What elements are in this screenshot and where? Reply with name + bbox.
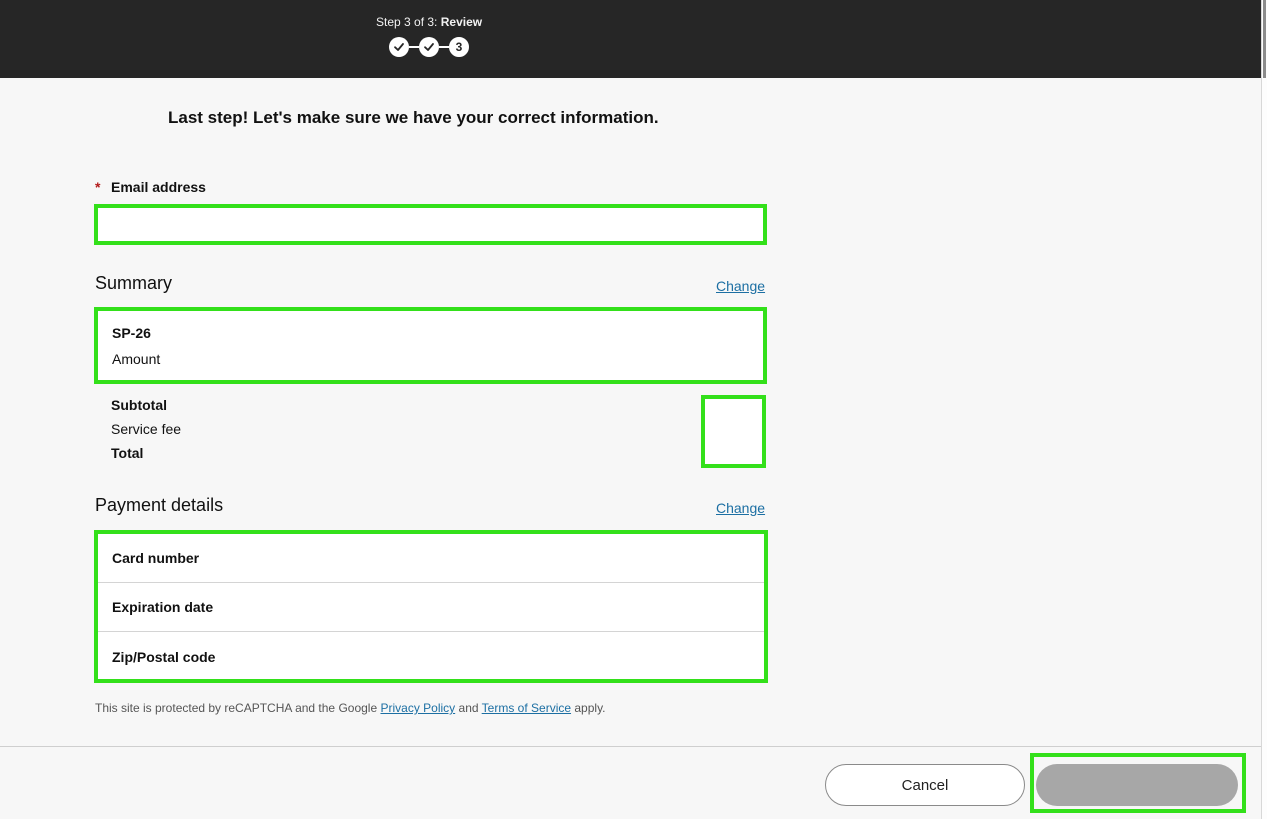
step-indicator-text: Step 3 of 3: Review xyxy=(376,15,482,29)
submit-button[interactable] xyxy=(1036,764,1238,806)
recaptcha-and: and xyxy=(458,701,479,715)
summary-item-code: SP-26 xyxy=(112,325,151,341)
service-fee-label: Service fee xyxy=(111,421,182,437)
payment-details-box: Card number Expiration date Zip/Postal c… xyxy=(94,530,768,683)
scrollbar[interactable] xyxy=(1261,0,1267,819)
step-connector xyxy=(439,46,449,48)
total-label: Total xyxy=(111,445,144,461)
payment-change-link[interactable]: Change xyxy=(716,500,765,516)
recaptcha-notice: This site is protected by reCAPTCHA and … xyxy=(95,701,606,715)
scrollbar-thumb[interactable] xyxy=(1263,0,1266,78)
zip-code-label: Zip/Postal code xyxy=(112,648,216,665)
expiration-date-row: Expiration date xyxy=(98,583,764,632)
subtotal-label: Subtotal xyxy=(111,397,167,413)
card-number-label: Card number xyxy=(112,550,200,566)
step-2-check-icon xyxy=(419,37,439,57)
step-name: Review xyxy=(440,15,483,29)
step-3-current: 3 xyxy=(449,37,469,57)
check-icon xyxy=(424,43,434,51)
recaptcha-prefix: This site is protected by reCAPTCHA and … xyxy=(95,701,378,715)
step-1-check-icon xyxy=(389,37,409,57)
terms-of-service-link[interactable]: Terms of Service xyxy=(482,701,571,715)
cancel-button[interactable]: Cancel xyxy=(825,764,1025,806)
step-prefix: Step 3 of 3: xyxy=(376,15,438,29)
email-label: Email address xyxy=(111,179,206,195)
privacy-policy-link[interactable]: Privacy Policy xyxy=(380,701,455,715)
footer-divider xyxy=(0,746,1261,747)
top-header: Step 3 of 3: Review 3 xyxy=(0,0,1261,78)
payment-details-title: Payment details xyxy=(95,495,224,515)
summary-title: Summary xyxy=(95,273,173,293)
totals-values-box xyxy=(701,395,766,468)
summary-amount-label: Amount xyxy=(112,351,161,367)
expiration-date-label: Expiration date xyxy=(112,599,214,615)
summary-item-box: SP-26 Amount xyxy=(94,307,767,384)
summary-change-link[interactable]: Change xyxy=(716,278,765,294)
required-marker: * xyxy=(95,179,101,195)
recaptcha-suffix: apply. xyxy=(574,701,606,715)
step-connector xyxy=(409,46,419,48)
card-number-row: Card number xyxy=(98,534,764,583)
zip-code-row: Zip/Postal code xyxy=(98,632,764,681)
email-input[interactable] xyxy=(94,204,767,245)
page-headline: Last step! Let's make sure we have your … xyxy=(168,108,659,127)
check-icon xyxy=(394,43,404,51)
step-progress: 3 xyxy=(389,37,479,57)
submit-button-highlight xyxy=(1030,753,1246,813)
